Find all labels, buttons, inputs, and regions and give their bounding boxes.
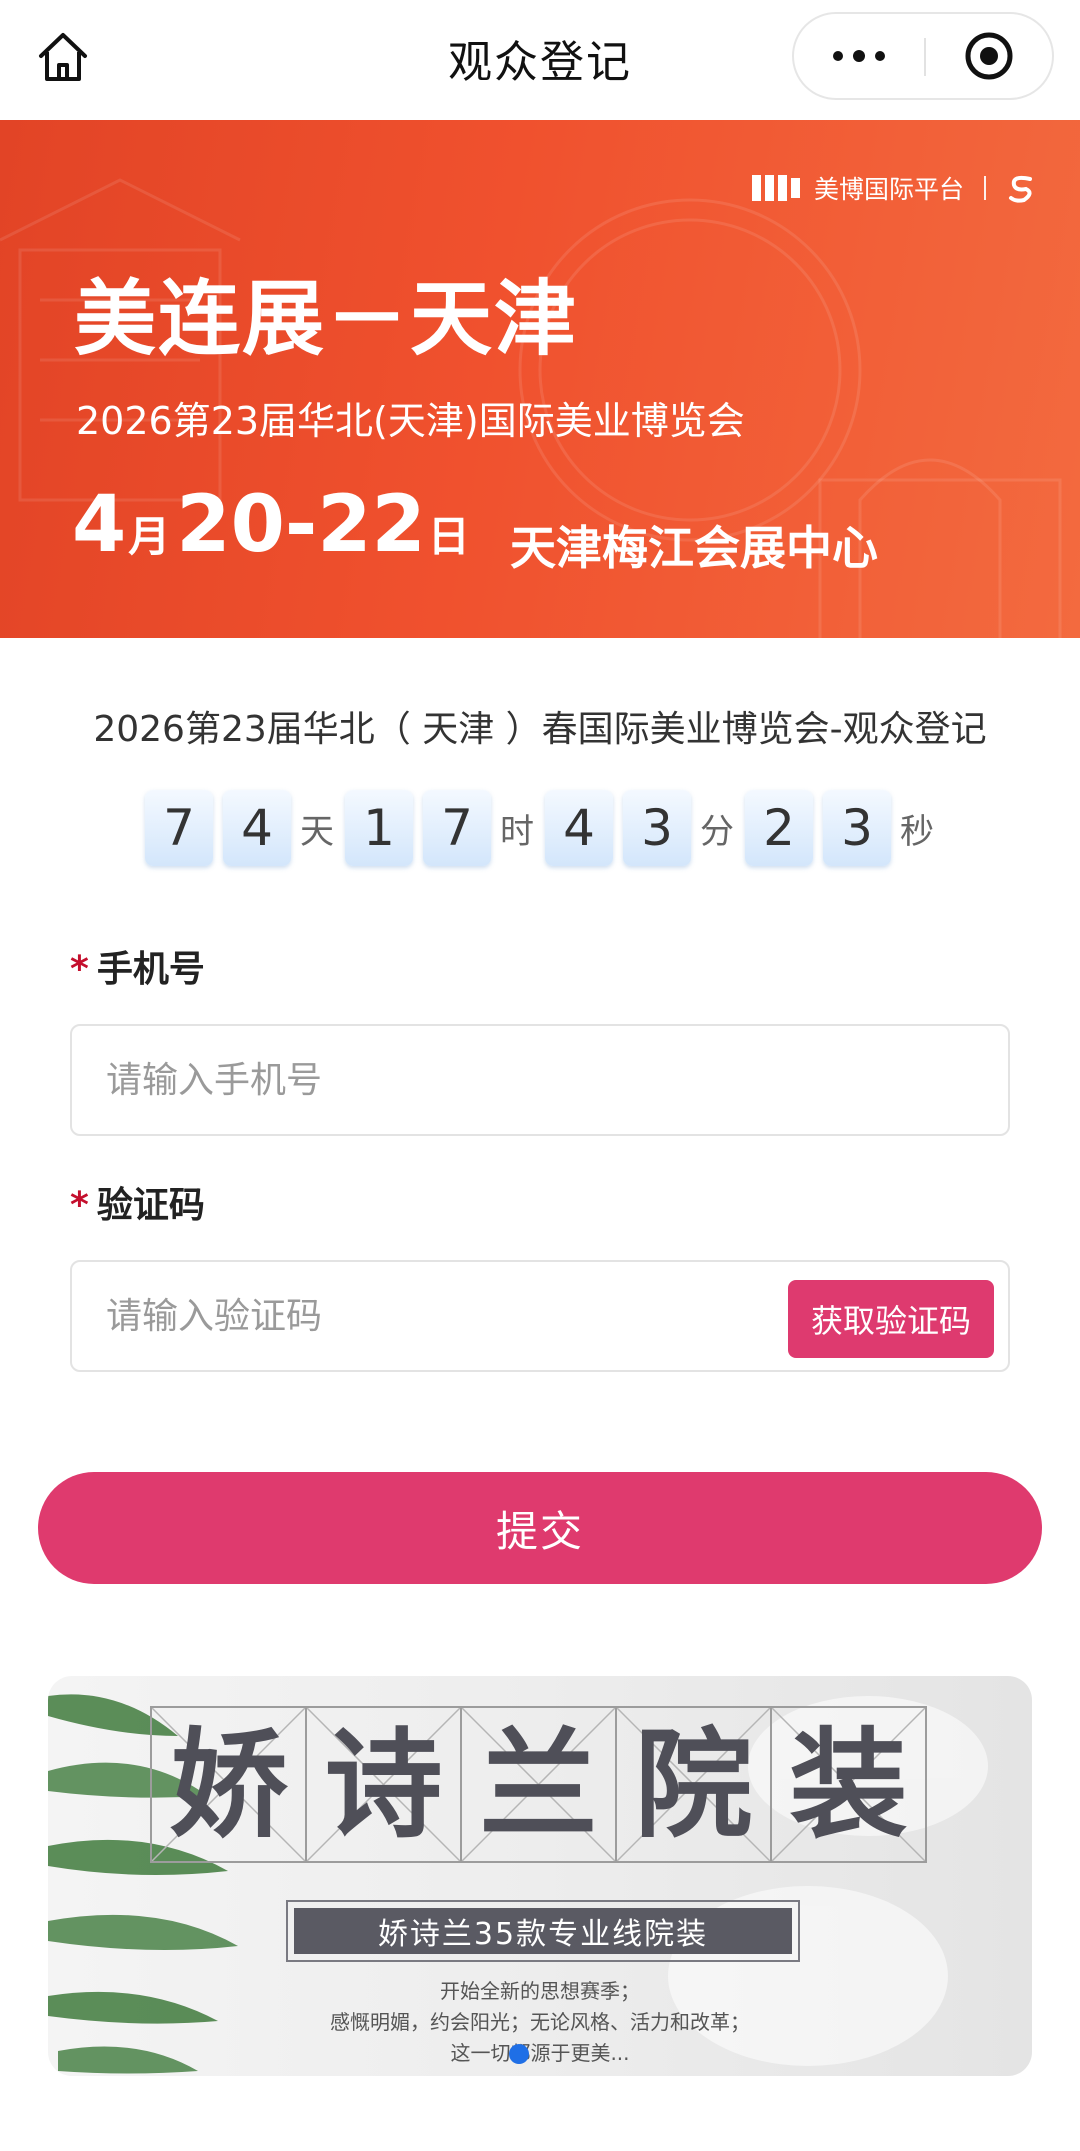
phone-field[interactable] — [70, 1024, 1010, 1136]
advertisement-carousel[interactable]: 娇 诗 兰 院 装 娇诗兰35款专业线院装 开始全新的思想赛季； 感慨明媚，约会… — [48, 1676, 1032, 2076]
ad-char-cell: 诗 — [305, 1706, 462, 1863]
s-logo-icon — [1009, 175, 1032, 203]
countdown-unit-days: 天 — [300, 811, 334, 852]
countdown-unit-seconds: 秒 — [900, 811, 934, 852]
countdown-digit: 2 — [745, 790, 813, 866]
countdown-digit: 4 — [223, 790, 291, 866]
countdown-digit: 3 — [823, 790, 891, 866]
countdown-digit: 7 — [423, 790, 491, 866]
brand-divider — [984, 176, 986, 200]
ad-char: 装 — [789, 1715, 908, 1854]
banner-venue: 天津梅江会展中心 — [510, 521, 878, 575]
verification-code-input[interactable] — [106, 1262, 706, 1370]
banner-title: 美连展－天津 — [74, 272, 579, 367]
banner-date-month: 4 — [72, 480, 127, 570]
banner-date-day-suffix: 日 — [427, 512, 470, 561]
ad-description-line: 感慨明媚，约会阳光；无论风格、活力和改革； — [330, 2010, 750, 2034]
countdown-digit: 1 — [345, 790, 413, 866]
carousel-indicator-dot[interactable] — [509, 2044, 529, 2064]
ad-char: 娇 — [169, 1715, 288, 1854]
required-marker: * — [70, 1185, 89, 1226]
phone-label-text: 手机号 — [96, 949, 205, 990]
ad-char-cell: 娇 — [150, 1706, 307, 1863]
banner-subtitle: 2026第23届华北(天津)国际美业博览会 — [76, 399, 745, 443]
countdown-timer: 7 4 天 1 7 时 4 3 分 2 3 秒 — [0, 790, 1080, 866]
required-marker: * — [70, 949, 89, 990]
brand-name: 美博国际平台 — [813, 175, 964, 204]
more-dot-icon — [833, 51, 843, 61]
submit-button[interactable]: 提交 — [38, 1472, 1042, 1584]
top-nav-bar: 观众登记 — [0, 0, 1080, 120]
phone-input[interactable] — [106, 1026, 706, 1134]
ad-char: 诗 — [324, 1715, 443, 1854]
ad-char: 院 — [634, 1715, 753, 1854]
countdown-digit: 7 — [145, 790, 213, 866]
banner-date-month-suffix: 月 — [128, 512, 171, 561]
more-dot-icon — [853, 50, 865, 62]
ad-char-cell: 装 — [770, 1706, 927, 1863]
brand-logo-icon — [751, 175, 800, 201]
banner-date: 4 月 20-22 日 — [72, 480, 470, 570]
ad-description-line: 开始全新的思想赛季； — [440, 1979, 640, 2003]
countdown-unit-hours: 时 — [500, 811, 534, 852]
get-verification-code-button[interactable]: 获取验证码 — [788, 1280, 994, 1358]
target-close-icon — [965, 32, 1013, 80]
verification-code-label-text: 验证码 — [96, 1185, 205, 1226]
organizer-brand: 美博国际平台 — [751, 170, 1036, 206]
countdown-digit: 4 — [545, 790, 613, 866]
more-menu-button[interactable] — [794, 14, 924, 98]
verification-code-label: * 验证码 — [70, 1176, 205, 1228]
banner-date-days: 20-22 — [176, 480, 426, 570]
countdown-unit-minutes: 分 — [700, 811, 734, 852]
verification-code-field[interactable]: 获取验证码 — [70, 1260, 1010, 1372]
ad-description-line: 这一切都源于更美... — [450, 2041, 630, 2065]
phone-label: * 手机号 — [70, 940, 205, 992]
countdown-digit: 3 — [623, 790, 691, 866]
ad-tagline-frame: 娇诗兰35款专业线院装 — [286, 1900, 800, 1962]
event-banner[interactable]: 美博国际平台 美连展－天津 2026第23届华北(天津)国际美业博览会 4 月 … — [0, 120, 1080, 638]
mini-program-capsule — [792, 12, 1054, 100]
ad-brand-name: 娇 诗 兰 院 装 — [150, 1706, 927, 1863]
ad-tagline: 娇诗兰35款专业线院装 — [294, 1908, 792, 1954]
ad-char-cell: 兰 — [460, 1706, 617, 1863]
event-registration-title: 2026第23届华北（ 天津 ）春国际美业博览会-观众登记 — [93, 709, 987, 750]
close-mini-program-button[interactable] — [926, 14, 1052, 98]
ad-char-cell: 院 — [615, 1706, 772, 1863]
ad-description: 开始全新的思想赛季； 感慨明媚，约会阳光；无论风格、活力和改革； 这一切都源于更… — [48, 1976, 1032, 2069]
more-dot-icon — [875, 51, 885, 61]
ad-char: 兰 — [479, 1715, 598, 1854]
